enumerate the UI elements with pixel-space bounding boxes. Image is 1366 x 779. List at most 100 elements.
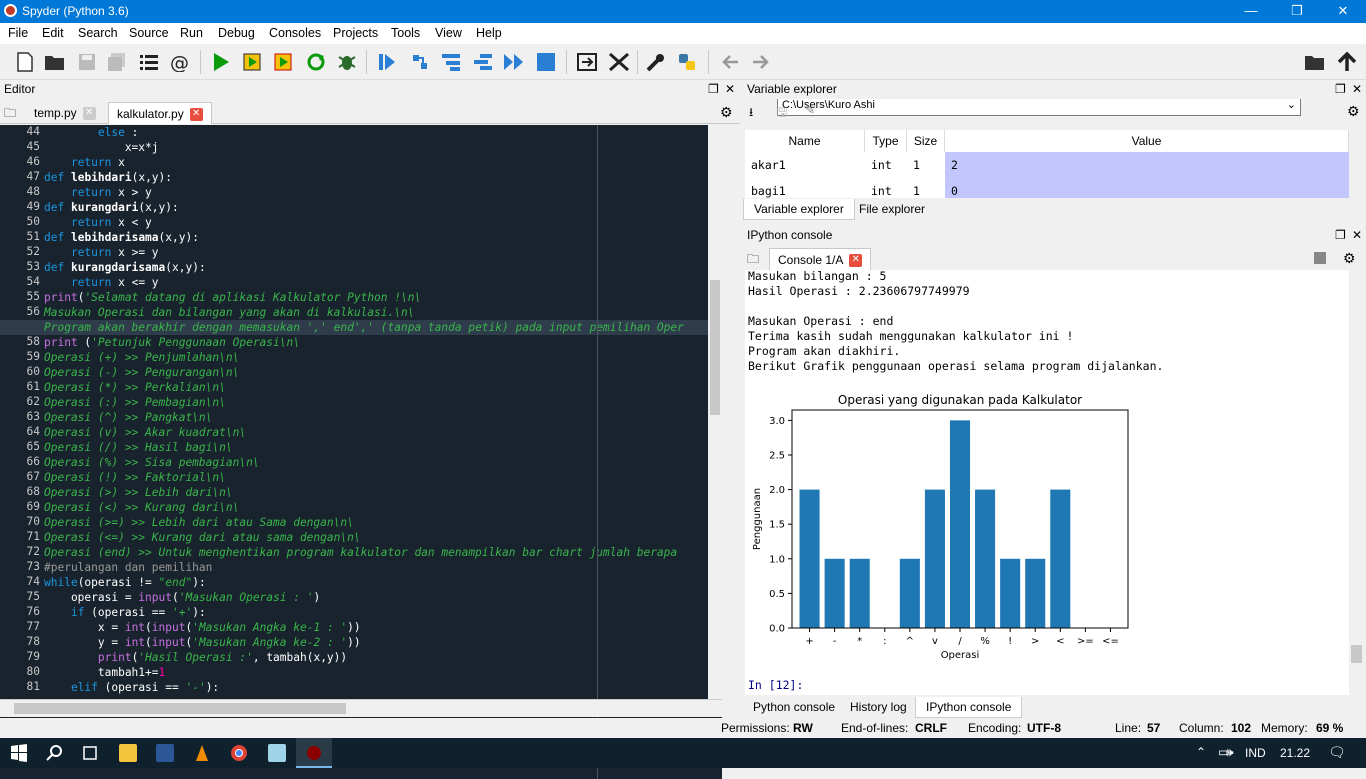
open-folder-icon[interactable] [44, 52, 66, 72]
file-explorer-icon[interactable] [119, 744, 137, 762]
stop-icon[interactable] [535, 52, 557, 72]
gear-icon[interactable]: ⚙ [720, 104, 733, 121]
remove-all-icon[interactable]: ✎ [805, 103, 815, 117]
run-icon[interactable] [210, 52, 232, 72]
variable-table-scrollbar[interactable] [1349, 130, 1364, 198]
gear-icon[interactable]: ⚙ [1347, 103, 1360, 120]
menu-consoles[interactable]: Consoles [269, 26, 321, 40]
close-tab-icon[interactable]: ✕ [849, 254, 863, 268]
chevron-up-icon[interactable]: ⌃ [1196, 745, 1206, 759]
word-icon[interactable] [156, 744, 174, 762]
step-icon[interactable] [376, 52, 398, 72]
scrollbar-thumb[interactable] [14, 703, 346, 714]
save-icon[interactable] [76, 52, 98, 72]
tab-ipython-console[interactable]: IPython console [915, 697, 1023, 718]
run-cell-advance-icon[interactable] [273, 52, 295, 72]
step-into-icon[interactable] [409, 52, 431, 72]
new-file-icon[interactable] [14, 52, 36, 72]
tab-console-1a[interactable]: Console 1/A ✕ [769, 248, 872, 270]
scrollbar-thumb[interactable] [710, 280, 720, 415]
menu-file[interactable]: File [8, 26, 28, 40]
var-value[interactable]: 0 [945, 178, 1349, 198]
tab-variable-explorer[interactable]: Variable explorer [743, 199, 855, 220]
var-name[interactable]: akar1 [745, 152, 865, 178]
notification-icon[interactable]: 🗨 [1328, 744, 1346, 761]
forward-icon[interactable] [749, 52, 771, 72]
column-header-size[interactable]: Size [907, 130, 945, 152]
close-window-button[interactable]: ✕ [1320, 0, 1366, 23]
save-all-icon[interactable] [106, 52, 128, 72]
var-value[interactable]: 2 [945, 152, 1349, 178]
menu-search[interactable]: Search [78, 26, 118, 40]
outline-icon[interactable] [138, 52, 160, 72]
import-data-icon[interactable]: ⭳ [749, 103, 753, 124]
fullscreen-icon[interactable] [608, 52, 630, 72]
menu-edit[interactable]: Edit [42, 26, 64, 40]
editor-vertical-scrollbar[interactable] [708, 125, 722, 699]
parent-dir-icon[interactable] [1336, 52, 1358, 72]
close-pane-icon[interactable]: ✕ [1352, 82, 1362, 96]
close-pane-icon[interactable]: ✕ [725, 82, 735, 96]
ipython-console-output[interactable]: Masukan bilangan : 5 Hasil Operasi : 2.2… [745, 270, 1349, 695]
menu-source[interactable]: Source [129, 26, 169, 40]
tab-file-explorer[interactable]: File explorer [849, 199, 935, 220]
step-return-icon[interactable] [440, 52, 462, 72]
chart-bar [924, 489, 945, 628]
menu-run[interactable]: Run [180, 26, 203, 40]
console-prompt[interactable]: In [12]: [748, 678, 803, 692]
language-indicator[interactable]: IND [1245, 746, 1266, 760]
minimize-button[interactable]: — [1228, 0, 1274, 23]
tab-python-console[interactable]: Python console [743, 697, 845, 718]
back-icon[interactable] [720, 52, 742, 72]
close-tab-icon[interactable]: ✕ [82, 107, 96, 121]
continue-icon[interactable] [503, 52, 525, 72]
console-scrollbar[interactable] [1349, 270, 1364, 695]
clock[interactable]: 21.22 [1280, 746, 1310, 760]
tab-kalkulator-py[interactable]: kalkulator.py ✕ [108, 102, 212, 124]
menu-tools[interactable]: Tools [391, 26, 420, 40]
scrollbar-thumb[interactable] [1351, 645, 1362, 663]
at-icon[interactable]: @ [169, 52, 191, 72]
menu-help[interactable]: Help [476, 26, 502, 40]
task-view-icon[interactable] [81, 744, 99, 762]
var-name[interactable]: bagi1 [745, 178, 865, 198]
menu-view[interactable]: View [435, 26, 462, 40]
menu-projects[interactable]: Projects [333, 26, 378, 40]
vlc-icon[interactable] [193, 744, 211, 762]
browse-icon[interactable] [1304, 52, 1326, 72]
notepad-icon[interactable] [268, 744, 286, 762]
browse-tabs-icon[interactable]: 🗀 [747, 250, 759, 271]
column-header-name[interactable]: Name [745, 130, 865, 152]
start-icon[interactable] [10, 744, 28, 762]
undock-icon[interactable]: ❐ [1335, 228, 1346, 242]
toolbar-separator [200, 50, 201, 74]
step-out-icon[interactable] [472, 52, 494, 72]
close-pane-icon[interactable]: ✕ [1352, 228, 1362, 242]
volume-icon[interactable]: 🕪 [1226, 745, 1234, 760]
spyder-taskbar-button[interactable] [296, 738, 332, 768]
gear-icon[interactable]: ⚙ [1343, 250, 1356, 267]
tab-temp-py[interactable]: temp.py ✕ [26, 102, 104, 124]
editor-horizontal-scrollbar[interactable] [0, 699, 722, 717]
column-header-value[interactable]: Value [945, 130, 1349, 152]
python-path-icon[interactable] [676, 52, 698, 72]
close-tab-icon[interactable]: ✕ [189, 108, 203, 122]
debug-icon[interactable] [336, 52, 358, 72]
undock-icon[interactable]: ❐ [1335, 82, 1346, 96]
tab-history-log[interactable]: History log [840, 697, 917, 718]
save-data-icon[interactable]: 🖫 [777, 103, 787, 124]
stop-kernel-icon[interactable] [1314, 252, 1326, 264]
run-cell-icon[interactable] [242, 52, 264, 72]
rerun-icon[interactable] [305, 52, 327, 72]
y-tick-label: 2.5 [769, 450, 785, 461]
code-editor[interactable]: 4445464748495051525354555657585960616263… [0, 125, 722, 779]
column-header-type[interactable]: Type [865, 130, 907, 152]
browse-tabs-icon[interactable]: 🗀 [4, 104, 16, 125]
restore-button[interactable]: ❐ [1274, 0, 1320, 23]
preferences-icon[interactable] [645, 52, 667, 72]
maximize-pane-icon[interactable] [576, 52, 598, 72]
menu-debug[interactable]: Debug [218, 26, 255, 40]
chrome-icon[interactable] [230, 744, 248, 762]
undock-icon[interactable]: ❐ [708, 82, 719, 96]
search-icon[interactable] [46, 744, 64, 762]
